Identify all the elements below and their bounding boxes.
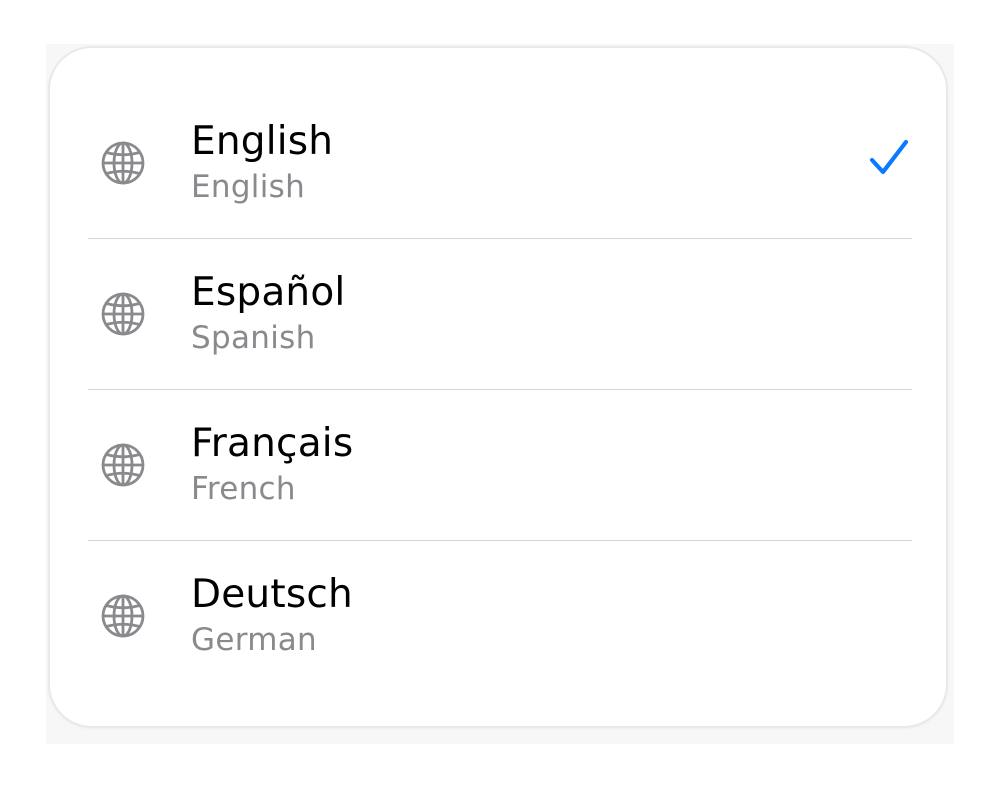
language-english-name: Spanish bbox=[191, 320, 316, 356]
globe-icon bbox=[100, 291, 146, 337]
globe-icon bbox=[100, 593, 146, 639]
language-english-name: English bbox=[191, 169, 306, 205]
checkmark-icon bbox=[868, 138, 910, 178]
language-list: English English Español Spanish Français… bbox=[88, 88, 912, 692]
globe-icon bbox=[100, 140, 146, 186]
language-english-name: French bbox=[191, 471, 296, 507]
language-labels: English English bbox=[191, 118, 333, 206]
globe-icon bbox=[100, 442, 146, 488]
language-row-german[interactable]: Deutsch German bbox=[88, 541, 912, 692]
language-native-name: English bbox=[191, 119, 334, 164]
language-native-name: Deutsch bbox=[191, 572, 353, 617]
language-picker-card: English English Español Spanish Français… bbox=[48, 46, 948, 728]
language-labels: Español Spanish bbox=[191, 269, 345, 357]
language-native-name: Français bbox=[191, 421, 354, 466]
language-row-french[interactable]: Français French bbox=[88, 390, 912, 541]
language-row-english[interactable]: English English bbox=[88, 88, 912, 239]
language-english-name: German bbox=[191, 622, 317, 658]
language-labels: Français French bbox=[191, 420, 353, 508]
language-labels: Deutsch German bbox=[191, 571, 353, 659]
language-native-name: Español bbox=[191, 270, 346, 315]
language-row-spanish[interactable]: Español Spanish bbox=[88, 239, 912, 390]
